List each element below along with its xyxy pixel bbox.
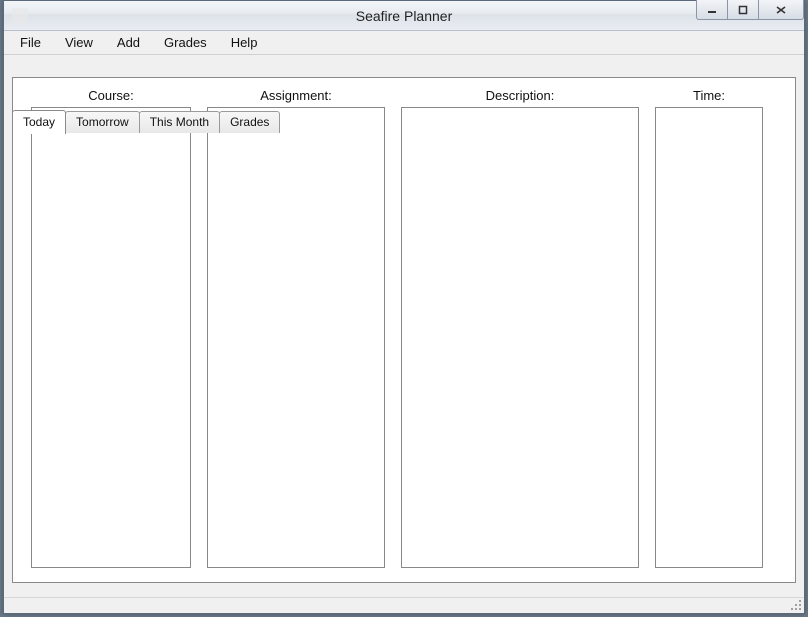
list-course[interactable] — [31, 107, 191, 568]
tab-panel: Course: Assignment: Description: Time: — [12, 77, 796, 583]
column-time: Time: — [655, 88, 763, 568]
close-icon — [775, 5, 787, 15]
menu-add[interactable]: Add — [105, 31, 152, 54]
menu-help[interactable]: Help — [219, 31, 270, 54]
menu-bar: File View Add Grades Help — [4, 31, 804, 55]
title-bar[interactable]: Seafire Planner — [4, 1, 804, 31]
column-course: Course: — [31, 88, 191, 568]
column-header-course: Course: — [88, 88, 134, 103]
tab-grades[interactable]: Grades — [219, 111, 280, 133]
resize-grip[interactable] — [790, 599, 802, 611]
window-title: Seafire Planner — [4, 8, 804, 24]
status-bar — [4, 597, 804, 613]
tab-row: Today Tomorrow This Month Grades — [12, 111, 280, 133]
list-time[interactable] — [655, 107, 763, 568]
columns: Course: Assignment: Description: Time: — [31, 88, 777, 568]
tab-today[interactable]: Today — [12, 110, 66, 134]
app-window: Seafire Planner File View Add Grades Hel… — [3, 0, 805, 614]
tab-this-month[interactable]: This Month — [139, 111, 220, 133]
menu-grades[interactable]: Grades — [152, 31, 219, 54]
list-description[interactable] — [401, 107, 639, 568]
menu-view[interactable]: View — [53, 31, 105, 54]
content-area: Today Tomorrow This Month Grades Course:… — [4, 55, 804, 597]
column-header-time: Time: — [693, 88, 725, 103]
column-description: Description: — [401, 88, 639, 568]
maximize-button[interactable] — [727, 0, 759, 20]
column-header-assignment: Assignment: — [260, 88, 332, 103]
column-header-description: Description: — [486, 88, 555, 103]
window-controls — [697, 0, 804, 20]
close-button[interactable] — [758, 0, 804, 20]
tab-tomorrow[interactable]: Tomorrow — [65, 111, 140, 133]
maximize-icon — [738, 5, 748, 15]
list-assignment[interactable] — [207, 107, 385, 568]
minimize-icon — [707, 5, 717, 15]
menu-file[interactable]: File — [8, 31, 53, 54]
column-assignment: Assignment: — [207, 88, 385, 568]
app-icon — [12, 8, 28, 24]
minimize-button[interactable] — [696, 0, 728, 20]
